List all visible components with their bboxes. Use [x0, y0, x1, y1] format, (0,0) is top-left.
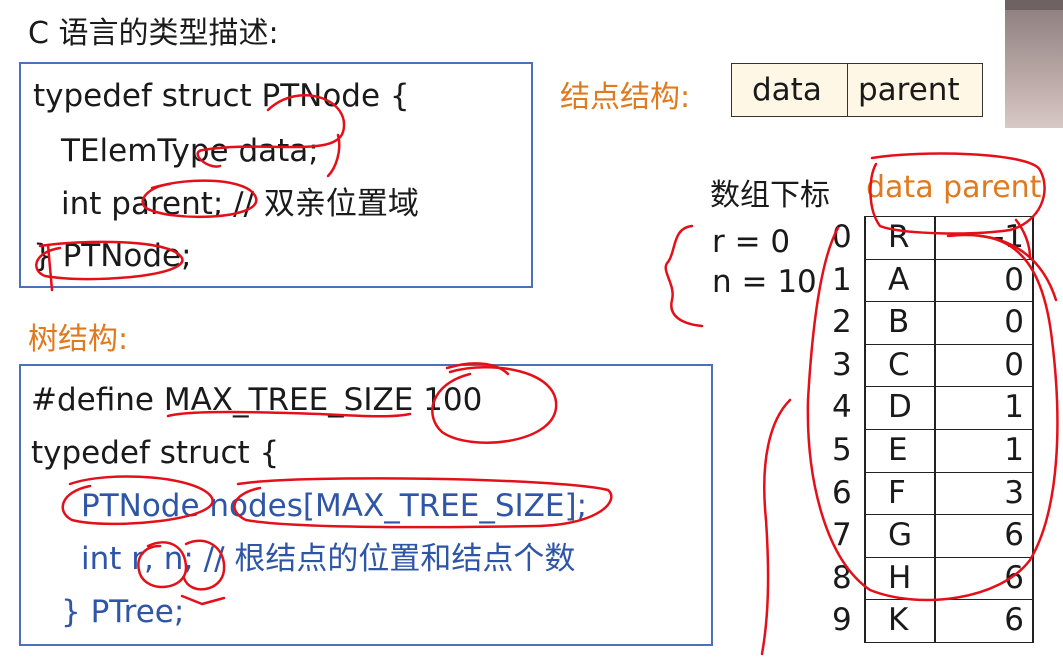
code-line: } PTree; — [61, 594, 185, 630]
table-index-cell: 3 — [832, 346, 852, 383]
code-line: PTNode nodes[MAX_TREE_SIZE]; — [81, 488, 588, 524]
table-parent-cell: 6 — [1004, 559, 1024, 596]
table-data-cell: R — [888, 219, 910, 255]
table-data-cell: K — [888, 602, 909, 639]
table-parent-cell: 0 — [1004, 304, 1024, 341]
code-line: #define MAX_TREE_SIZE 100 — [31, 382, 483, 418]
node-struct-code-box: typedef struct PTNode { TElemType data; … — [19, 62, 533, 288]
table-index-cell: 5 — [832, 432, 852, 468]
root-position-label: r = 0 — [712, 224, 791, 260]
code-line: int r, n; // 根结点的位置和结点个数 — [81, 541, 576, 577]
table-parent-cell: 1 — [1004, 432, 1024, 468]
code-line: TElemType data; — [61, 133, 319, 169]
table-parent-cell: 6 — [1004, 602, 1024, 639]
node-field-parent: parent — [858, 72, 960, 108]
table-index-cell: 6 — [832, 474, 852, 511]
array-index-header: 数组下标 — [710, 178, 830, 213]
table-parent-cell: 0 — [1004, 261, 1024, 298]
table-parent-cell: 6 — [1004, 517, 1024, 554]
table-parent-cell: 1 — [1004, 389, 1024, 426]
table-index-cell: 8 — [832, 559, 852, 596]
table-index-cell: 0 — [832, 219, 852, 255]
table-index-cell: 1 — [832, 261, 852, 298]
table-data-cell: A — [888, 261, 910, 298]
index-column: 0 1 2 3 4 5 6 7 8 9 — [826, 216, 862, 642]
table-data-cell: H — [888, 559, 912, 596]
node-field-divider — [847, 64, 848, 116]
code-line: } PTNode; — [33, 238, 192, 274]
table-parent-cell: 0 — [1004, 346, 1024, 383]
code-line: typedef struct PTNode { — [33, 78, 410, 114]
parent-array-table: R -1 A 0 B 0 C 0 D 1 E 1 F 3 G 6 H 6 K 6 — [864, 216, 1034, 643]
table-parent-cell: 3 — [1004, 474, 1024, 511]
array-column-header: data parent — [866, 170, 1042, 205]
table-data-cell: G — [888, 517, 913, 554]
tree-structure-label: 树结构: — [28, 322, 129, 357]
code-line: typedef struct { — [31, 435, 280, 471]
table-parent-cell: -1 — [993, 219, 1024, 255]
slide-title: C 语言的类型描述: — [28, 16, 279, 51]
node-structure-diagram: data parent — [731, 63, 983, 117]
code-line: int parent; // 双亲位置域 — [61, 186, 419, 222]
node-structure-label: 结点结构: — [560, 80, 691, 115]
table-index-cell: 2 — [832, 304, 852, 341]
table-index-cell: 7 — [832, 517, 852, 554]
node-count-label: n = 10 — [712, 264, 817, 300]
table-row-divider — [864, 642, 1034, 643]
table-data-cell: F — [888, 474, 906, 511]
webcam-thumbnail — [1005, 0, 1063, 128]
table-data-cell: E — [888, 432, 908, 468]
table-index-cell: 4 — [832, 389, 852, 426]
tree-struct-code-box: #define MAX_TREE_SIZE 100 typedef struct… — [19, 364, 713, 646]
table-data-cell: B — [888, 304, 910, 341]
table-data-cell: D — [888, 389, 912, 426]
table-index-cell: 9 — [832, 602, 852, 639]
node-field-data: data — [752, 72, 822, 108]
table-data-cell: C — [888, 346, 910, 383]
